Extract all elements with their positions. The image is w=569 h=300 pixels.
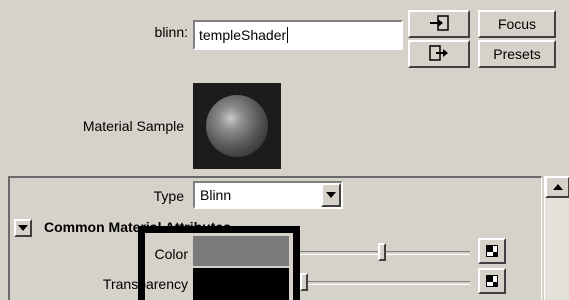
color-swatch[interactable] bbox=[193, 236, 289, 266]
material-sample-swatch bbox=[193, 83, 281, 169]
type-dropdown[interactable]: Blinn bbox=[193, 181, 343, 209]
dropdown-arrow-icon[interactable] bbox=[321, 183, 341, 207]
arrow-into-box-icon bbox=[428, 14, 450, 34]
vertical-scrollbar[interactable] bbox=[544, 176, 569, 300]
checker-map-icon bbox=[486, 245, 498, 257]
node-name-field[interactable]: templeShader bbox=[193, 20, 403, 50]
checker-map-icon bbox=[486, 275, 498, 287]
section-title[interactable]: Common Material Attributes bbox=[44, 219, 231, 235]
triangle-up-icon bbox=[552, 184, 563, 190]
material-sphere-preview bbox=[206, 95, 268, 157]
color-slider-handle[interactable] bbox=[377, 243, 386, 261]
section-collapse-toggle[interactable] bbox=[14, 219, 32, 237]
load-attributes-button[interactable] bbox=[408, 10, 470, 38]
scroll-up-button[interactable] bbox=[545, 176, 569, 198]
material-sample-label: Material Sample bbox=[82, 118, 184, 134]
type-value: Blinn bbox=[200, 187, 232, 203]
color-label: Color bbox=[154, 246, 188, 262]
transparency-label: Transparency bbox=[102, 276, 188, 292]
transparency-slider-handle[interactable] bbox=[300, 273, 308, 291]
arrow-out-of-box-icon bbox=[428, 44, 450, 64]
transparency-map-button[interactable] bbox=[478, 268, 506, 294]
color-map-button[interactable] bbox=[478, 238, 506, 264]
node-type-label: blinn: bbox=[154, 24, 188, 40]
text-caret bbox=[287, 27, 289, 43]
copy-tab-button[interactable] bbox=[408, 40, 470, 68]
focus-button[interactable]: Focus bbox=[478, 10, 556, 38]
type-label: Type bbox=[153, 188, 184, 204]
presets-button[interactable]: Presets bbox=[478, 40, 556, 68]
triangle-down-icon bbox=[18, 225, 28, 231]
transparency-slider-track[interactable] bbox=[300, 281, 470, 285]
node-name-value: templeShader bbox=[199, 27, 287, 43]
transparency-swatch[interactable] bbox=[193, 268, 289, 300]
